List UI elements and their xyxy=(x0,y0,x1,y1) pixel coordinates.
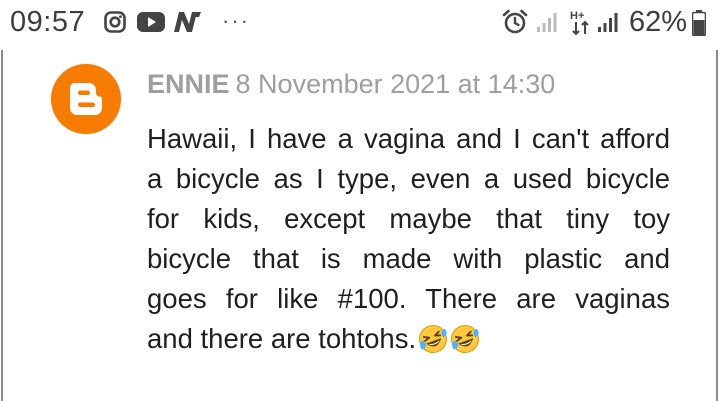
signal-icon xyxy=(537,13,557,32)
rolling-on-floor-laughing-emoji xyxy=(451,324,480,353)
signal-icon xyxy=(598,13,618,32)
comment-line: a bicycle as I type, even a used bicycle xyxy=(147,163,670,194)
comment-body: Hawaii, I have a vagina and I can't affo… xyxy=(147,119,670,359)
comment-line: goes for like #100. There are vaginas xyxy=(147,283,670,314)
comment-line: Hawaii, I have a vagina and I can't affo… xyxy=(147,123,670,154)
divider xyxy=(1,50,3,401)
status-bar: 09:57 ··· H+ 62% xyxy=(0,0,720,50)
comment-last-line: and there are tohtohs. xyxy=(147,319,670,359)
divider xyxy=(716,50,718,401)
avatar[interactable] xyxy=(50,63,122,135)
battery-percent: 62% xyxy=(629,6,688,38)
youtube-icon xyxy=(137,12,165,32)
blogger-icon xyxy=(51,64,121,134)
screen: 09:57 ··· H+ 62% ENNIE 8 November 2021 a… xyxy=(0,0,720,401)
n-app-icon xyxy=(174,12,201,32)
hplus-data-icon: H+ xyxy=(570,10,589,36)
status-time: 09:57 xyxy=(10,6,86,38)
rolling-on-floor-laughing-emoji xyxy=(419,324,448,353)
comment-line: and there are tohtohs. xyxy=(147,323,417,354)
network-type-label: H+ xyxy=(570,10,584,22)
more-notifications-icon: ··· xyxy=(222,8,250,33)
comment: ENNIE 8 November 2021 at 14:30 Hawaii, I … xyxy=(0,50,720,401)
instagram-icon xyxy=(104,11,126,33)
comment-header: ENNIE 8 November 2021 at 14:30 xyxy=(147,67,555,101)
comment-author[interactable]: ENNIE xyxy=(147,69,230,99)
alarm-icon xyxy=(502,9,528,34)
comment-line: for kids, except maybe that tiny toy xyxy=(147,203,670,234)
battery-icon xyxy=(692,10,706,36)
comment-timestamp[interactable]: 8 November 2021 at 14:30 xyxy=(236,69,556,99)
comment-line: bicycle that is made with plastic and xyxy=(147,243,670,274)
